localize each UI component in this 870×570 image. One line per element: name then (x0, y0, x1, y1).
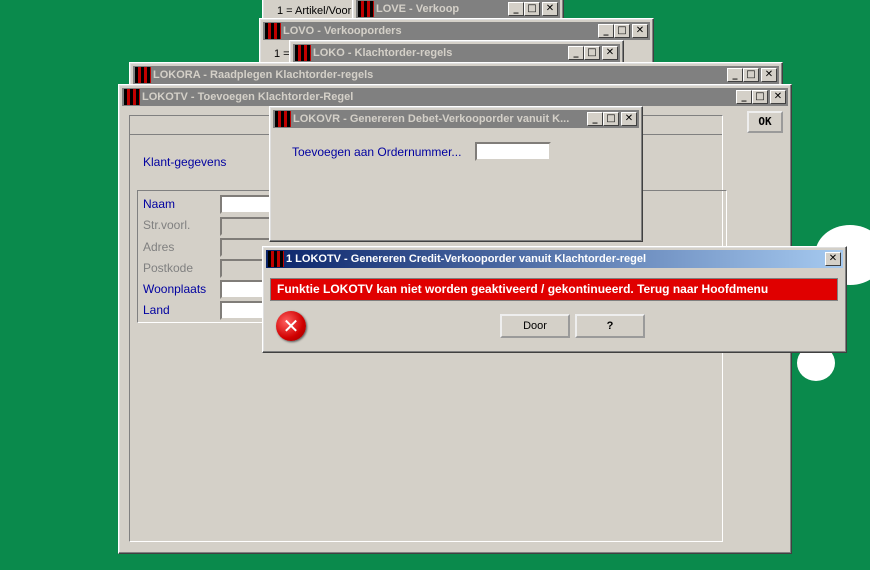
ordernummer-input[interactable] (475, 142, 551, 161)
minimize-button[interactable]: _ (587, 112, 603, 126)
close-button[interactable]: ✕ (632, 24, 648, 38)
app-icon (268, 251, 284, 267)
app-icon (135, 67, 151, 83)
error-dialog[interactable]: 1 LOKOTV - Genereren Credit-Verkooporder… (262, 246, 847, 353)
row-label: 1 = (274, 48, 290, 60)
field-label-naam: Naam (143, 197, 176, 211)
error-message-bar: Funktie LOKOTV kan niet worden geaktivee… (270, 278, 838, 301)
app-icon (124, 89, 140, 105)
ordernummer-label: Toevoegen aan Ordernummer... (292, 145, 462, 159)
door-button[interactable]: Door (500, 314, 570, 338)
maximize-button[interactable]: □ (614, 24, 630, 38)
window-title: LOKOTV - Toevoegen Klachtorder-Regel (142, 91, 354, 103)
maximize-button[interactable]: □ (524, 2, 540, 16)
maximize-button[interactable]: □ (743, 68, 759, 82)
window-title: LOKO - Klachtorder-regels (313, 47, 453, 59)
app-icon (358, 1, 374, 17)
app-icon (275, 111, 291, 127)
app-icon (295, 45, 311, 61)
field-label-strvoorl: Str.voorl. (143, 218, 191, 232)
ok-label: OK (758, 115, 772, 128)
close-button[interactable]: ✕ (621, 112, 637, 126)
window-title: LOKOVR - Genereren Debet-Verkooporder va… (293, 113, 570, 125)
close-button[interactable]: ✕ (825, 252, 841, 266)
field-label-postkode: Postkode (143, 261, 194, 275)
close-button[interactable]: ✕ (770, 90, 786, 104)
maximize-button[interactable]: □ (752, 90, 768, 104)
window-lokovr[interactable]: LOKOVR - Genereren Debet-Verkooporder va… (269, 106, 643, 242)
dialog-title: 1 LOKOTV - Genereren Credit-Verkooporder… (286, 253, 647, 265)
window-title: LOVO - Verkooporders (283, 25, 402, 37)
error-icon: ✕ (276, 311, 306, 341)
minimize-button[interactable]: _ (568, 46, 584, 60)
section-label: Klant-gegevens (143, 155, 227, 169)
help-label: ? (606, 320, 614, 332)
close-button[interactable]: ✕ (761, 68, 777, 82)
door-label: Door (523, 320, 547, 332)
window-title: LOKORA - Raadplegen Klachtorder-regels (153, 69, 374, 81)
close-button[interactable]: ✕ (602, 46, 618, 60)
maximize-button[interactable]: □ (603, 112, 619, 126)
minimize-button[interactable]: _ (736, 90, 752, 104)
close-button[interactable]: ✕ (542, 2, 558, 16)
window-title: LOVE - Verkoop (376, 3, 460, 15)
minimize-button[interactable]: _ (598, 24, 614, 38)
maximize-button[interactable]: □ (584, 46, 600, 60)
error-message: Funktie LOKOTV kan niet worden geaktivee… (277, 282, 769, 296)
field-label-adres: Adres (143, 240, 175, 254)
ok-button[interactable]: OK (747, 111, 783, 133)
minimize-button[interactable]: _ (727, 68, 743, 82)
app-icon (265, 23, 281, 39)
help-button[interactable]: ? (575, 314, 645, 338)
list-label: 1 = Artikel/Voorr (277, 5, 355, 17)
field-label-woonplaats: Woonplaats (143, 282, 207, 296)
minimize-button[interactable]: _ (508, 2, 524, 16)
field-label-land: Land (143, 303, 170, 317)
